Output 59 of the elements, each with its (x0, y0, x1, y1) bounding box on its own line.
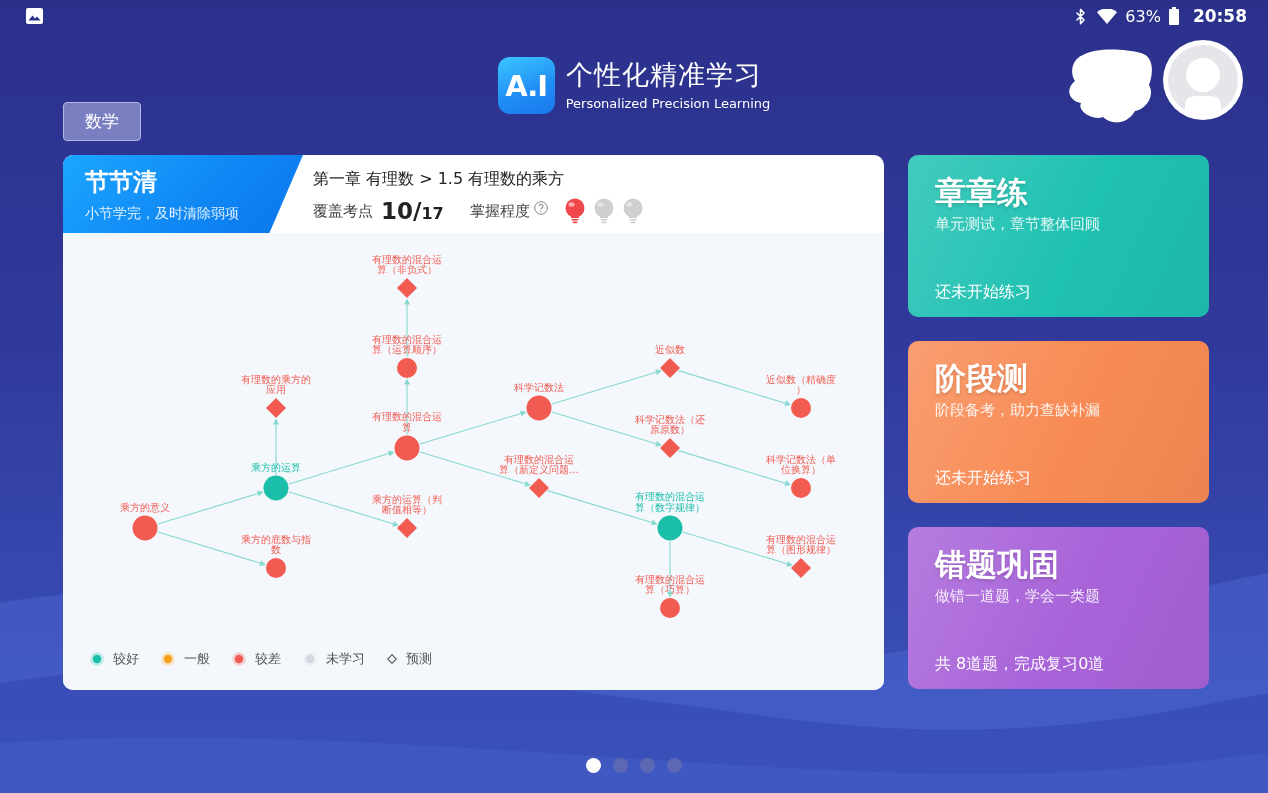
card-title: 错题巩固 (935, 545, 1059, 583)
legend-label: 未学习 (326, 650, 365, 668)
card-subtitle: 阶段备考，助力查缺补漏 (935, 400, 1100, 420)
wifi-icon (1097, 8, 1118, 24)
legend-label: 较好 (113, 650, 139, 668)
bulb-icon (564, 198, 585, 224)
coverage-label: 覆盖考点 (313, 201, 373, 221)
card-status: 还未开始练习 (935, 467, 1031, 489)
subject-button[interactable]: 数学 (63, 102, 141, 141)
clock-time: 20:58 (1192, 6, 1247, 26)
node-label: 有理数的混合运算（运算顺序） (372, 333, 442, 355)
page-dot[interactable] (613, 758, 628, 773)
card-subtitle: 做错一道题，学会一类题 (935, 586, 1100, 606)
breadcrumb: 第一章 有理数 > 1.5 有理数的乘方 (313, 168, 565, 190)
card-title: 阶段测 (935, 359, 1028, 397)
page-dot[interactable] (586, 758, 601, 773)
node-label: 科学记数法（单位换算） (766, 453, 836, 475)
banner-title: 节节清 (85, 167, 157, 198)
avatar[interactable] (1163, 40, 1243, 120)
mastery-label: 掌握程度 (469, 201, 530, 221)
card-status: 共 8道题，完成复习0道 (935, 653, 1105, 675)
node-label: 有理数的乘方的应用 (241, 373, 311, 395)
card-status: 还未开始练习 (935, 281, 1031, 303)
page-dot[interactable] (667, 758, 682, 773)
legend-label: 较差 (255, 650, 281, 668)
battery-percent: 63% (1125, 6, 1161, 26)
legend-label: 预测 (406, 650, 432, 668)
practice-card[interactable]: 章章练 单元测试，章节整体回顾 还未开始练习 (908, 155, 1209, 317)
node-label: 乘方的意义 (120, 501, 170, 513)
practice-card[interactable]: 阶段测 阶段备考，助力查缺补漏 还未开始练习 (908, 341, 1209, 503)
node-label: 乘方的底数与指数 (241, 533, 311, 555)
node-label: 科学记数法（还原原数） (635, 413, 705, 435)
practice-card[interactable]: 错题巩固 做错一道题，学会一类题 共 8道题，完成复习0道 (908, 527, 1209, 689)
node-label: 有理数的混合运算 (372, 411, 442, 433)
battery-icon (1168, 7, 1179, 25)
coverage-count: 10/17 (381, 198, 444, 224)
node-label: 乘方的运算 (251, 461, 301, 473)
node-label: 有理数的混合运算（数字规律） (635, 491, 705, 513)
app-logo: A.I (497, 57, 555, 114)
node-label: 乘方的运算（判断值相等） (372, 493, 442, 515)
node-label: 有理数的混合运算（新定义问题... (499, 453, 579, 475)
bulb-icon (622, 198, 643, 224)
app-subtitle: Personalized Precision Learning (565, 95, 771, 113)
node-label: 近似数（精确度） (766, 373, 836, 395)
help-icon[interactable] (533, 201, 548, 215)
image-icon (26, 8, 43, 24)
node-label: 科学记数法 (514, 381, 564, 393)
node-label: 有理数的混合运算（图形规律） (766, 533, 836, 555)
node-label: 近似数 (655, 344, 685, 355)
card-subtitle: 单元测试，章节整体回顾 (935, 214, 1100, 234)
legend-label: 一般 (184, 650, 210, 668)
page-dot[interactable] (640, 758, 655, 773)
app-title: 个性化精准学习 (565, 58, 763, 92)
bulb-icon (593, 198, 614, 224)
card-title: 章章练 (935, 173, 1028, 211)
node-label: 有理数的混合运算（非负式） (372, 253, 442, 275)
diamond-icon (387, 654, 397, 664)
node-label: 有理数的混合运算（巧算） (635, 573, 705, 595)
banner-subtitle: 小节学完，及时清除弱项 (85, 204, 239, 223)
